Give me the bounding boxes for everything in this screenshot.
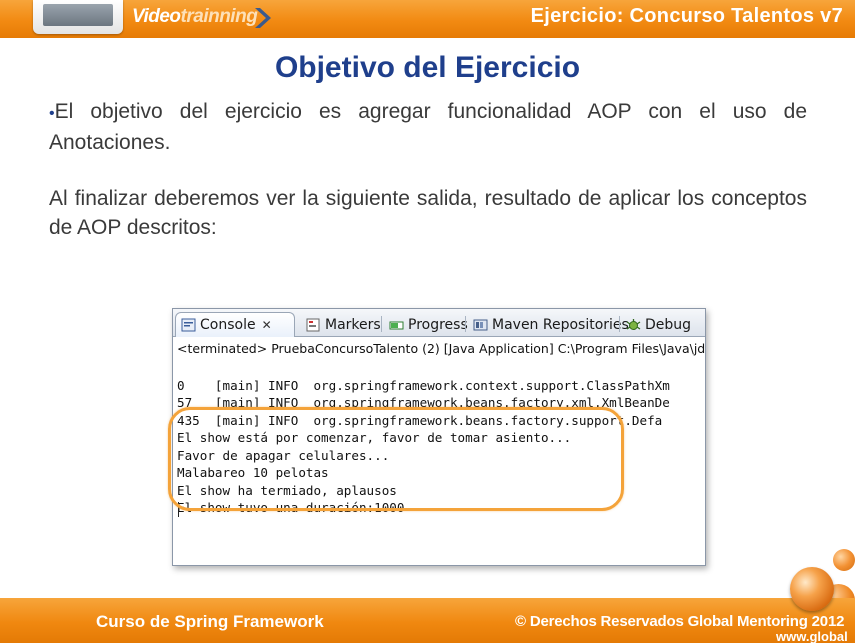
- tab-markers-label: Markers: [325, 316, 381, 333]
- console-icon: [181, 318, 196, 332]
- course-name: Curso de Spring Framework: [96, 612, 324, 631]
- monitor-icon: [43, 4, 113, 26]
- tab-separator: [465, 316, 466, 332]
- log-line: 0 [main] INFO org.springframework.contex…: [177, 377, 670, 393]
- tab-console-label: Console: [200, 317, 256, 333]
- result-paragraph: Al finalizar deberemos ver la siguiente …: [49, 187, 807, 239]
- tab-debug-label: Debug: [645, 316, 692, 333]
- tab-markers[interactable]: Markers: [301, 312, 386, 337]
- progress-icon: [389, 321, 404, 329]
- objective-text: El objetivo del ejercicio es agregar fun…: [49, 100, 807, 154]
- tab-maven-repositories[interactable]: Maven Repositories: [468, 312, 634, 337]
- brand-name: Videotrainning: [132, 6, 258, 28]
- terminated-status: <terminated> PruebaConcursoTalento (2) […: [177, 341, 706, 356]
- tab-progress[interactable]: Progress: [384, 312, 473, 337]
- copyright-text: © Derechos Reservados Global Mentoring 2…: [515, 613, 845, 630]
- header-bar: Videotrainning Ejercicio: Concurso Talen…: [0, 0, 855, 38]
- slide-header-title: Ejercicio: Concurso Talentos v7: [530, 5, 843, 27]
- maven-repositories-icon: [473, 319, 488, 330]
- tab-console[interactable]: Console ✕: [175, 312, 295, 337]
- tab-separator: [619, 316, 620, 332]
- brand-part2: trainning: [180, 6, 258, 27]
- objective-paragraph: •El objetivo del ejercicio es agregar fu…: [49, 97, 807, 157]
- debug-icon: [626, 318, 641, 330]
- output-highlight-box: [168, 407, 624, 511]
- tab-debug[interactable]: Debug: [621, 312, 696, 337]
- tab-separator: [381, 316, 382, 332]
- footer-bar: Curso de Spring Framework © Derechos Res…: [0, 598, 855, 643]
- orange-sphere-decoration: [833, 549, 855, 571]
- chevron-right-icon: [255, 8, 271, 28]
- videotrainning-logo: [33, 0, 123, 34]
- globe-icon: [790, 567, 834, 611]
- tab-progress-label: Progress: [408, 316, 468, 333]
- view-tab-bar: Console ✕ Markers Progress Maven Reposit…: [173, 309, 705, 337]
- slide-title: Objetivo del Ejercicio: [274, 51, 581, 84]
- website-url[interactable]: www.global: [776, 629, 848, 643]
- tab-maven-label: Maven Repositories: [492, 316, 629, 333]
- close-icon[interactable]: ✕: [262, 318, 272, 332]
- markers-icon: [306, 318, 320, 331]
- brand-part1: Video: [132, 6, 181, 27]
